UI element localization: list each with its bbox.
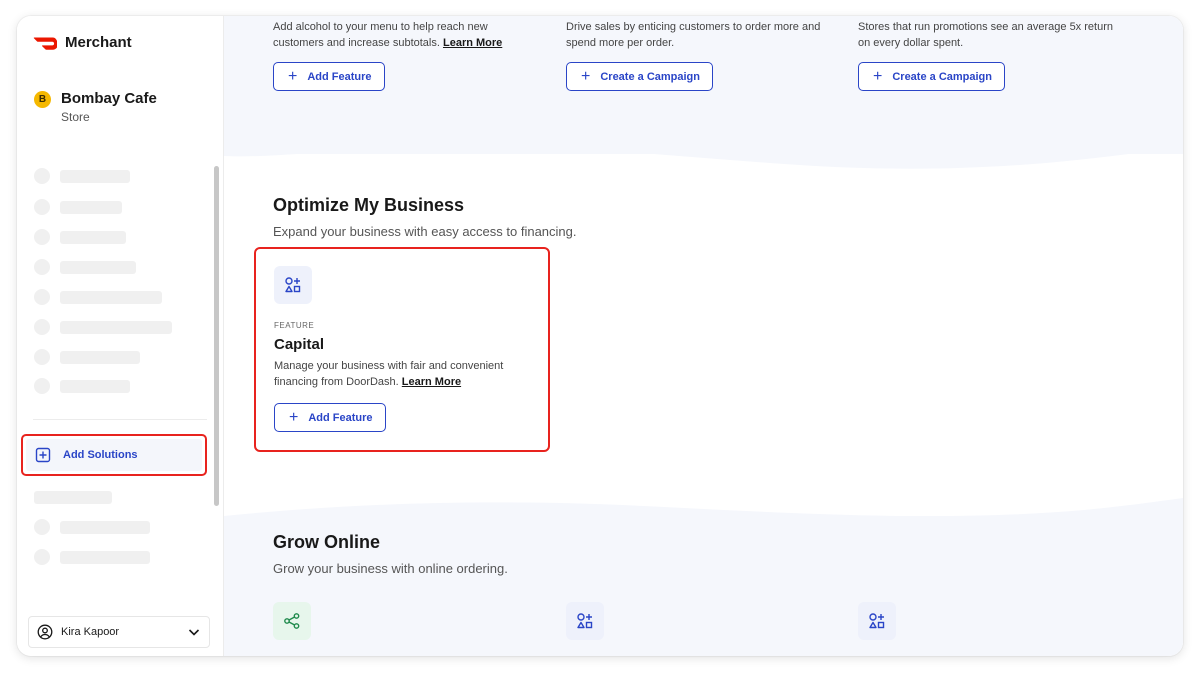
button-label: Create a Campaign [892,70,992,83]
plus-square-icon [35,447,51,463]
user-name: Kira Kapoor [61,626,120,638]
nav-skeleton-item [34,199,122,215]
nav-skeleton-item [34,259,136,275]
promo-text: Drive sales by enticing customers to ord… [566,21,821,49]
shapes-icon [566,602,604,640]
section-title-optimize: Optimize My Business [273,195,465,215]
button-label: Create a Campaign [600,70,700,83]
learn-more-link[interactable]: Learn More [402,376,461,388]
user-menu[interactable]: Kira Kapoor [28,616,210,648]
share-icon [273,602,311,640]
plus-icon: + [288,67,298,85]
capital-feature-card: FEATURE Capital Manage your business wit… [254,247,550,452]
shapes-icon [274,266,312,304]
section-subtitle-optimize: Expand your business with easy access to… [273,224,577,239]
create-campaign-button[interactable]: + Create a Campaign [566,62,713,91]
nav-skeleton-item [34,549,150,565]
add-solutions-label: Add Solutions [63,449,138,461]
store-type: Store [61,110,90,124]
nav-skeleton-item [34,519,150,535]
wave-divider [224,134,1183,169]
plus-icon: + [873,67,883,85]
add-feature-button[interactable]: + Add Feature [274,403,386,432]
promo-promotions: Stores that run promotions see an averag… [858,19,1123,91]
user-circle-icon [37,624,53,640]
brand-name: Merchant [65,34,132,51]
plus-icon: + [581,67,591,85]
chevron-down-icon[interactable] [187,625,201,639]
promo-order-more: Drive sales by enticing customers to ord… [566,19,831,91]
button-label: Add Feature [308,411,373,424]
nav-skeleton-item [34,168,130,184]
add-solutions-button[interactable]: Add Solutions [21,434,207,476]
create-campaign-button[interactable]: + Create a Campaign [858,62,1005,91]
nav-skeleton-item [34,349,140,365]
card-title: Capital [274,336,325,353]
doordash-logo-icon [33,37,57,50]
brand[interactable]: Merchant [33,34,132,51]
button-label: Add Feature [307,70,372,83]
card-eyebrow: FEATURE [274,321,315,330]
store-switcher[interactable]: B Bombay Cafe Store [34,90,157,124]
main-content: Add alcohol to your menu to help reach n… [224,16,1183,656]
promo-alcohol: Add alcohol to your menu to help reach n… [273,19,538,91]
sidebar-scrollbar[interactable] [214,166,219,506]
app-window: Merchant B Bombay Cafe Store Add Solutio… [17,16,1183,656]
card-description: Manage your business with fair and conve… [274,358,534,390]
plus-icon: + [289,408,299,426]
section-subtitle-grow: Grow your business with online ordering. [273,561,508,576]
shapes-icon [858,602,896,640]
store-avatar: B [34,91,51,108]
section-title-grow: Grow Online [273,532,381,552]
store-name: Bombay Cafe [61,90,157,107]
nav-skeleton-item [34,229,126,245]
nav-skeleton-item [34,319,172,335]
add-feature-button[interactable]: + Add Feature [273,62,385,91]
learn-more-link[interactable]: Learn More [443,37,502,49]
sidebar: Merchant B Bombay Cafe Store Add Solutio… [17,16,224,656]
card-desc-text: Manage your business with fair and conve… [274,360,504,388]
nav-skeleton-item [34,289,162,305]
promo-text: Stores that run promotions see an averag… [858,21,1113,49]
nav-skeleton-heading [34,491,112,504]
nav-skeleton-item [34,378,130,394]
sidebar-divider [33,419,207,420]
